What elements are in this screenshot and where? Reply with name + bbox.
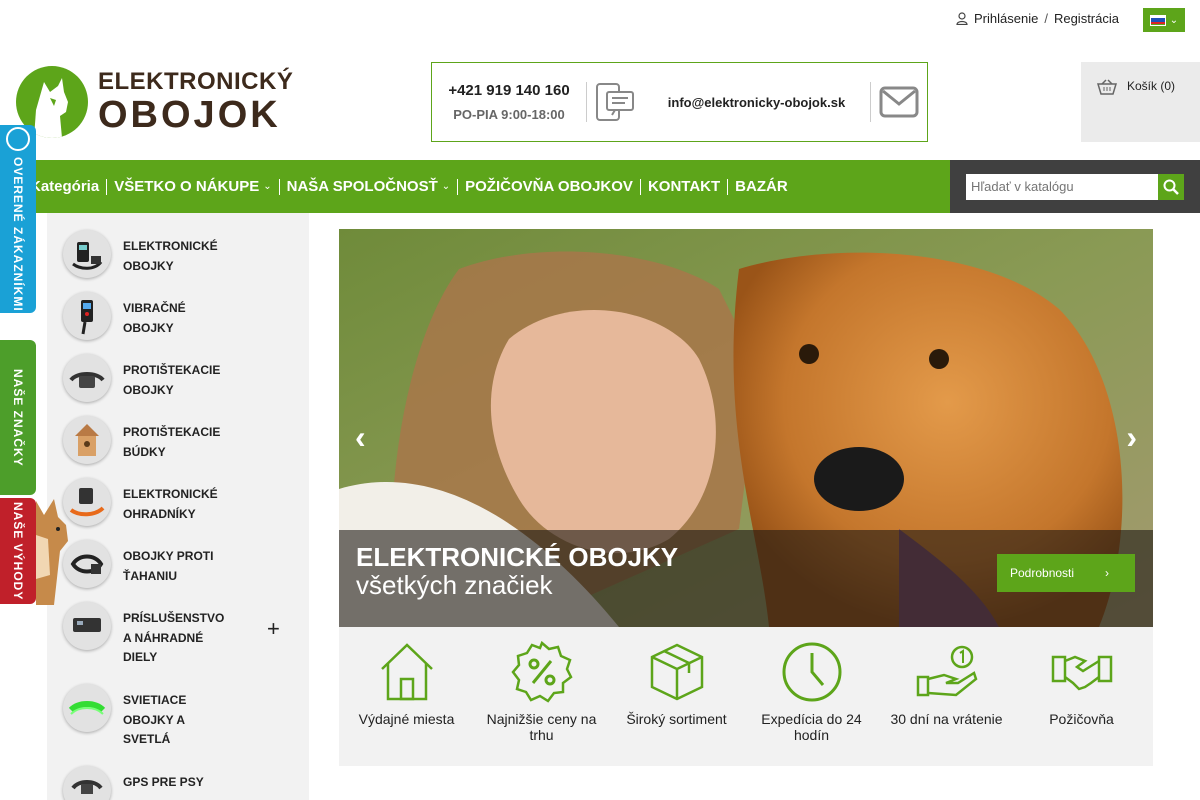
sidebar-item-label: GPS PRE PSY	[123, 775, 204, 789]
main-navigation: Kategória VŠETKO O NÁKUPE ⌄ NAŠA SPOLOČNO…	[0, 160, 950, 213]
login-link[interactable]: Prihlásenie	[974, 11, 1038, 26]
feature-dispatch-24h[interactable]: Expedícia do 24 hodín	[744, 641, 879, 743]
basket-icon	[1097, 79, 1117, 95]
contact-email[interactable]: info@elektronicky-obojok.sk	[643, 95, 870, 110]
hero-slider[interactable]: ‹ › ELEKTRONICKÉ OBOJKY všetkých značiek…	[339, 229, 1153, 627]
sidebar-item-label: PRÍSLUŠENSTVO A NÁHRADNÉ DIELY	[123, 611, 225, 664]
contact-hours: PO-PIA 9:00-18:00	[453, 107, 565, 122]
cart-label: Košík (0)	[1127, 79, 1176, 93]
house-icon	[380, 643, 433, 701]
antibark-collar-icon	[63, 354, 111, 402]
our-brands-tab[interactable]: NAŠE ZNAČKY	[0, 340, 36, 495]
sidebar-item-label: OBOJKY PROTI ŤAHANIU	[123, 549, 214, 583]
sidebar-item-prislusenstvo[interactable]: PRÍSLUŠENSTVO A NÁHRADNÉ DIELY +	[47, 602, 309, 684]
feature-label: Najnižšie ceny na trhu	[486, 711, 597, 743]
chevron-down-icon: ⌄	[263, 180, 272, 192]
sidebar-item-protistekacie-budky[interactable]: PROTIŠTEKACIE BÚDKY	[47, 416, 309, 478]
category-sidebar: ELEKTRONICKÉ OBOJKY VIBRAČNÉ OBOJKY PROT…	[47, 213, 309, 800]
nav-item-bazar[interactable]: BAZÁR	[728, 178, 795, 195]
details-button[interactable]: Podrobnosti ›	[997, 554, 1135, 592]
search-button[interactable]	[1158, 173, 1184, 200]
feature-rental[interactable]: Požičovňa	[1014, 641, 1149, 727]
dog-mascot-icon	[36, 499, 68, 605]
hero-title: ELEKTRONICKÉ OBOJKY	[356, 542, 679, 572]
feature-30-day-return[interactable]: 30 dní na vrátenie	[879, 641, 1014, 727]
hero-caption: ELEKTRONICKÉ OBOJKY všetkých značiek Pod…	[339, 530, 1153, 627]
search-input[interactable]	[966, 173, 1158, 200]
sidebar-item-elektronicke-obojky[interactable]: ELEKTRONICKÉ OBOJKY	[47, 230, 309, 292]
feature-lowest-prices[interactable]: Najnižšie ceny na trhu	[474, 641, 609, 743]
feature-label: Výdajné miesta	[358, 711, 455, 727]
feature-label: Požičovňa	[1049, 711, 1114, 727]
logo-line1: ELEKTRONICKÝ	[98, 68, 294, 95]
birdhouse-icon	[63, 416, 111, 464]
nav-item-kategoria[interactable]: Kategória	[30, 178, 108, 195]
sidebar-item-label: ELEKTRONICKÉ OHRADNÍKY	[123, 487, 218, 521]
site-logo[interactable]: ELEKTRONICKÝ OBOJOK	[16, 66, 293, 138]
sidebar-item-elektronicke-ohradniky[interactable]: ELEKTRONICKÉ OHRADNÍKY	[47, 478, 309, 540]
account-separator: /	[1044, 11, 1048, 26]
phone-message-icon	[587, 82, 643, 122]
contact-box: +421 919 140 160 PO-PIA 9:00-18:00 info@…	[431, 62, 928, 142]
features-strip: Výdajné miesta Najnižšie ceny na trhu Ši…	[339, 627, 1153, 766]
verified-customers-tab[interactable]: OVERENÉ ZÁKAZNÍKMI	[0, 125, 36, 313]
expand-plus-icon[interactable]: +	[267, 616, 280, 642]
sidebar-item-label: PROTIŠTEKACIE OBOJKY	[123, 363, 221, 397]
vibration-collar-icon	[63, 292, 111, 340]
logo-line2: OBOJOK	[98, 94, 281, 136]
chevron-down-icon: ⌄	[1169, 14, 1179, 26]
feature-pickup-points[interactable]: Výdajné miesta	[339, 641, 474, 727]
feature-label: Široký sortiment	[626, 711, 727, 727]
register-link[interactable]: Registrácia	[1054, 11, 1119, 26]
chevron-down-icon: ⌄	[441, 180, 451, 192]
gps-collar-icon	[63, 766, 111, 800]
sidebar-item-obojky-proti-tahaniu[interactable]: OBOJKY PROTI ŤAHANIU	[47, 540, 309, 602]
sidebar-item-label: ELEKTRONICKÉ OBOJKY	[123, 239, 218, 273]
sidebar-item-label: PROTIŠTEKACIE BÚDKY	[123, 425, 221, 459]
nav-item-nasa-spolocnost[interactable]: NAŠA SPOLOČNOSŤ ⌄	[280, 178, 459, 195]
box-icon	[650, 643, 703, 701]
nav-item-kontakt[interactable]: KONTAKT	[641, 178, 729, 195]
cart-button[interactable]: Košík (0)	[1081, 62, 1200, 142]
slider-prev-arrow-icon[interactable]: ‹	[355, 419, 366, 456]
sidebar-item-svietiace-obojky[interactable]: SVIETIACE OBOJKY A SVETLÁ	[47, 684, 309, 766]
nav-item-pozicovna-obojkov[interactable]: POŽIČOVŇA OBOJKOV	[458, 178, 641, 195]
chevron-right-icon: ›	[1105, 566, 1109, 580]
account-links: Prihlásenie / Registrácia	[956, 11, 1119, 26]
slovak-flag-icon	[1149, 14, 1166, 26]
collar-remote-icon	[63, 230, 111, 278]
verified-badge-icon	[6, 126, 30, 151]
hero-subtitle: všetkých značiek	[356, 570, 553, 600]
sidebar-item-protistekacie-obojky[interactable]: PROTIŠTEKACIE OBOJKY	[47, 354, 309, 416]
search-icon	[1163, 179, 1179, 195]
feature-wide-assortment[interactable]: Široký sortiment	[609, 641, 744, 727]
hand-coin-icon	[916, 645, 977, 697]
language-switcher[interactable]: ⌄	[1143, 8, 1185, 32]
percent-badge-icon	[510, 641, 573, 703]
handshake-icon	[1051, 655, 1112, 691]
sidebar-item-label: VIBRAČNÉ OBOJKY	[123, 301, 186, 335]
sidebar-item-gps-pre-psy[interactable]: GPS PRE PSY	[47, 766, 309, 800]
led-collar-icon	[63, 684, 111, 732]
sidebar-item-label: SVIETIACE OBOJKY A SVETLÁ	[123, 693, 187, 746]
feature-label: Expedícia do 24 hodín	[761, 711, 862, 743]
nav-item-vsetko-o-nakupe[interactable]: VŠETKO O NÁKUPE ⌄	[107, 178, 280, 195]
contact-phone[interactable]: +421 919 140 160	[432, 82, 586, 99]
user-icon	[956, 12, 968, 25]
envelope-icon	[871, 86, 927, 118]
search-bar	[950, 160, 1200, 213]
feature-label: 30 dní na vrátenie	[890, 711, 1003, 727]
slider-next-arrow-icon[interactable]: ›	[1126, 419, 1137, 456]
clock-icon	[782, 642, 841, 702]
sidebar-item-vibracne-obojky[interactable]: VIBRAČNÉ OBOJKY	[47, 292, 309, 354]
accessories-icon	[63, 602, 111, 650]
